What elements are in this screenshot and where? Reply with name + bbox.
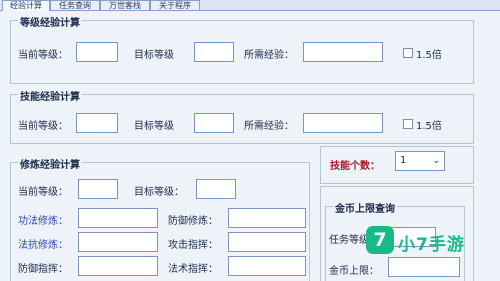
- cult-target-label: 目标等级：: [134, 187, 184, 198]
- skill-current-input[interactable]: [76, 113, 118, 133]
- watermark-logo: 7 小7手游: [366, 226, 474, 256]
- level-current-input[interactable]: [76, 42, 118, 62]
- skill-count-label: 技能个数：: [330, 161, 380, 172]
- cult-row-input[interactable]: [78, 208, 158, 228]
- skill-multiplier-label: 1.5倍: [416, 121, 442, 132]
- level-current-label: 当前等级：: [18, 50, 68, 61]
- skill-target-label: 目标等级: [134, 121, 174, 132]
- cultivation-title: 修炼经验计算: [18, 156, 82, 171]
- level-needed-label: 所需经验：: [244, 50, 294, 61]
- level-target-label: 目标等级: [134, 50, 174, 61]
- logo-7-icon: 7: [366, 226, 394, 254]
- skill-multiplier-checkbox[interactable]: [403, 119, 413, 129]
- level-multiplier-label: 1.5倍: [416, 50, 442, 61]
- tab-task-query[interactable]: 任务查询: [50, 0, 100, 10]
- gold-cap-title: 金币上限查询: [333, 200, 397, 215]
- cult-row-label: 功法修炼：: [18, 216, 68, 227]
- cult-row-input[interactable]: [228, 232, 306, 252]
- level-multiplier-checkbox[interactable]: [403, 48, 413, 58]
- cult-row-label: 法抗修炼：: [18, 240, 68, 251]
- skill-exp-title: 技能经验计算: [18, 88, 82, 103]
- gold-cap-output[interactable]: [388, 257, 460, 277]
- chevron-down-icon: ⌄: [432, 156, 440, 166]
- cult-current-input[interactable]: [78, 179, 118, 199]
- task-level-label: 任务等级: [329, 235, 369, 246]
- skill-count-select[interactable]: 1 ⌄: [395, 151, 445, 171]
- cult-row-label: 攻击指挥：: [168, 240, 218, 251]
- level-needed-output[interactable]: [303, 42, 383, 62]
- tab-exp-calc[interactable]: 经验计算: [2, 0, 50, 11]
- skill-current-label: 当前等级：: [18, 121, 68, 132]
- skill-count-value: 1: [400, 155, 407, 166]
- cult-row-label: 法术指挥：: [168, 264, 218, 275]
- watermark-text: 小7手游: [398, 235, 465, 255]
- tab-inn[interactable]: 万世客栈: [100, 0, 150, 10]
- gold-cap-label: 金币上限：: [329, 266, 379, 277]
- skill-target-input[interactable]: [194, 113, 234, 133]
- tab-about[interactable]: 关于程序: [150, 0, 200, 10]
- cult-target-input[interactable]: [196, 179, 236, 199]
- cult-row-input[interactable]: [228, 256, 306, 276]
- skill-needed-label: 所需经验：: [244, 121, 294, 132]
- skill-needed-output[interactable]: [303, 113, 383, 133]
- tab-bar: 经验计算 任务查询 万世客栈 关于程序: [0, 0, 500, 11]
- cult-row-input[interactable]: [78, 256, 158, 276]
- level-target-input[interactable]: [194, 42, 234, 62]
- level-exp-title: 等级经验计算: [18, 14, 82, 29]
- cult-current-label: 当前等级：: [18, 187, 68, 198]
- cult-row-label: 防御指挥：: [18, 264, 68, 275]
- cult-row-input[interactable]: [78, 232, 158, 252]
- cult-row-label: 防御修炼：: [168, 216, 218, 227]
- cult-row-input[interactable]: [228, 208, 306, 228]
